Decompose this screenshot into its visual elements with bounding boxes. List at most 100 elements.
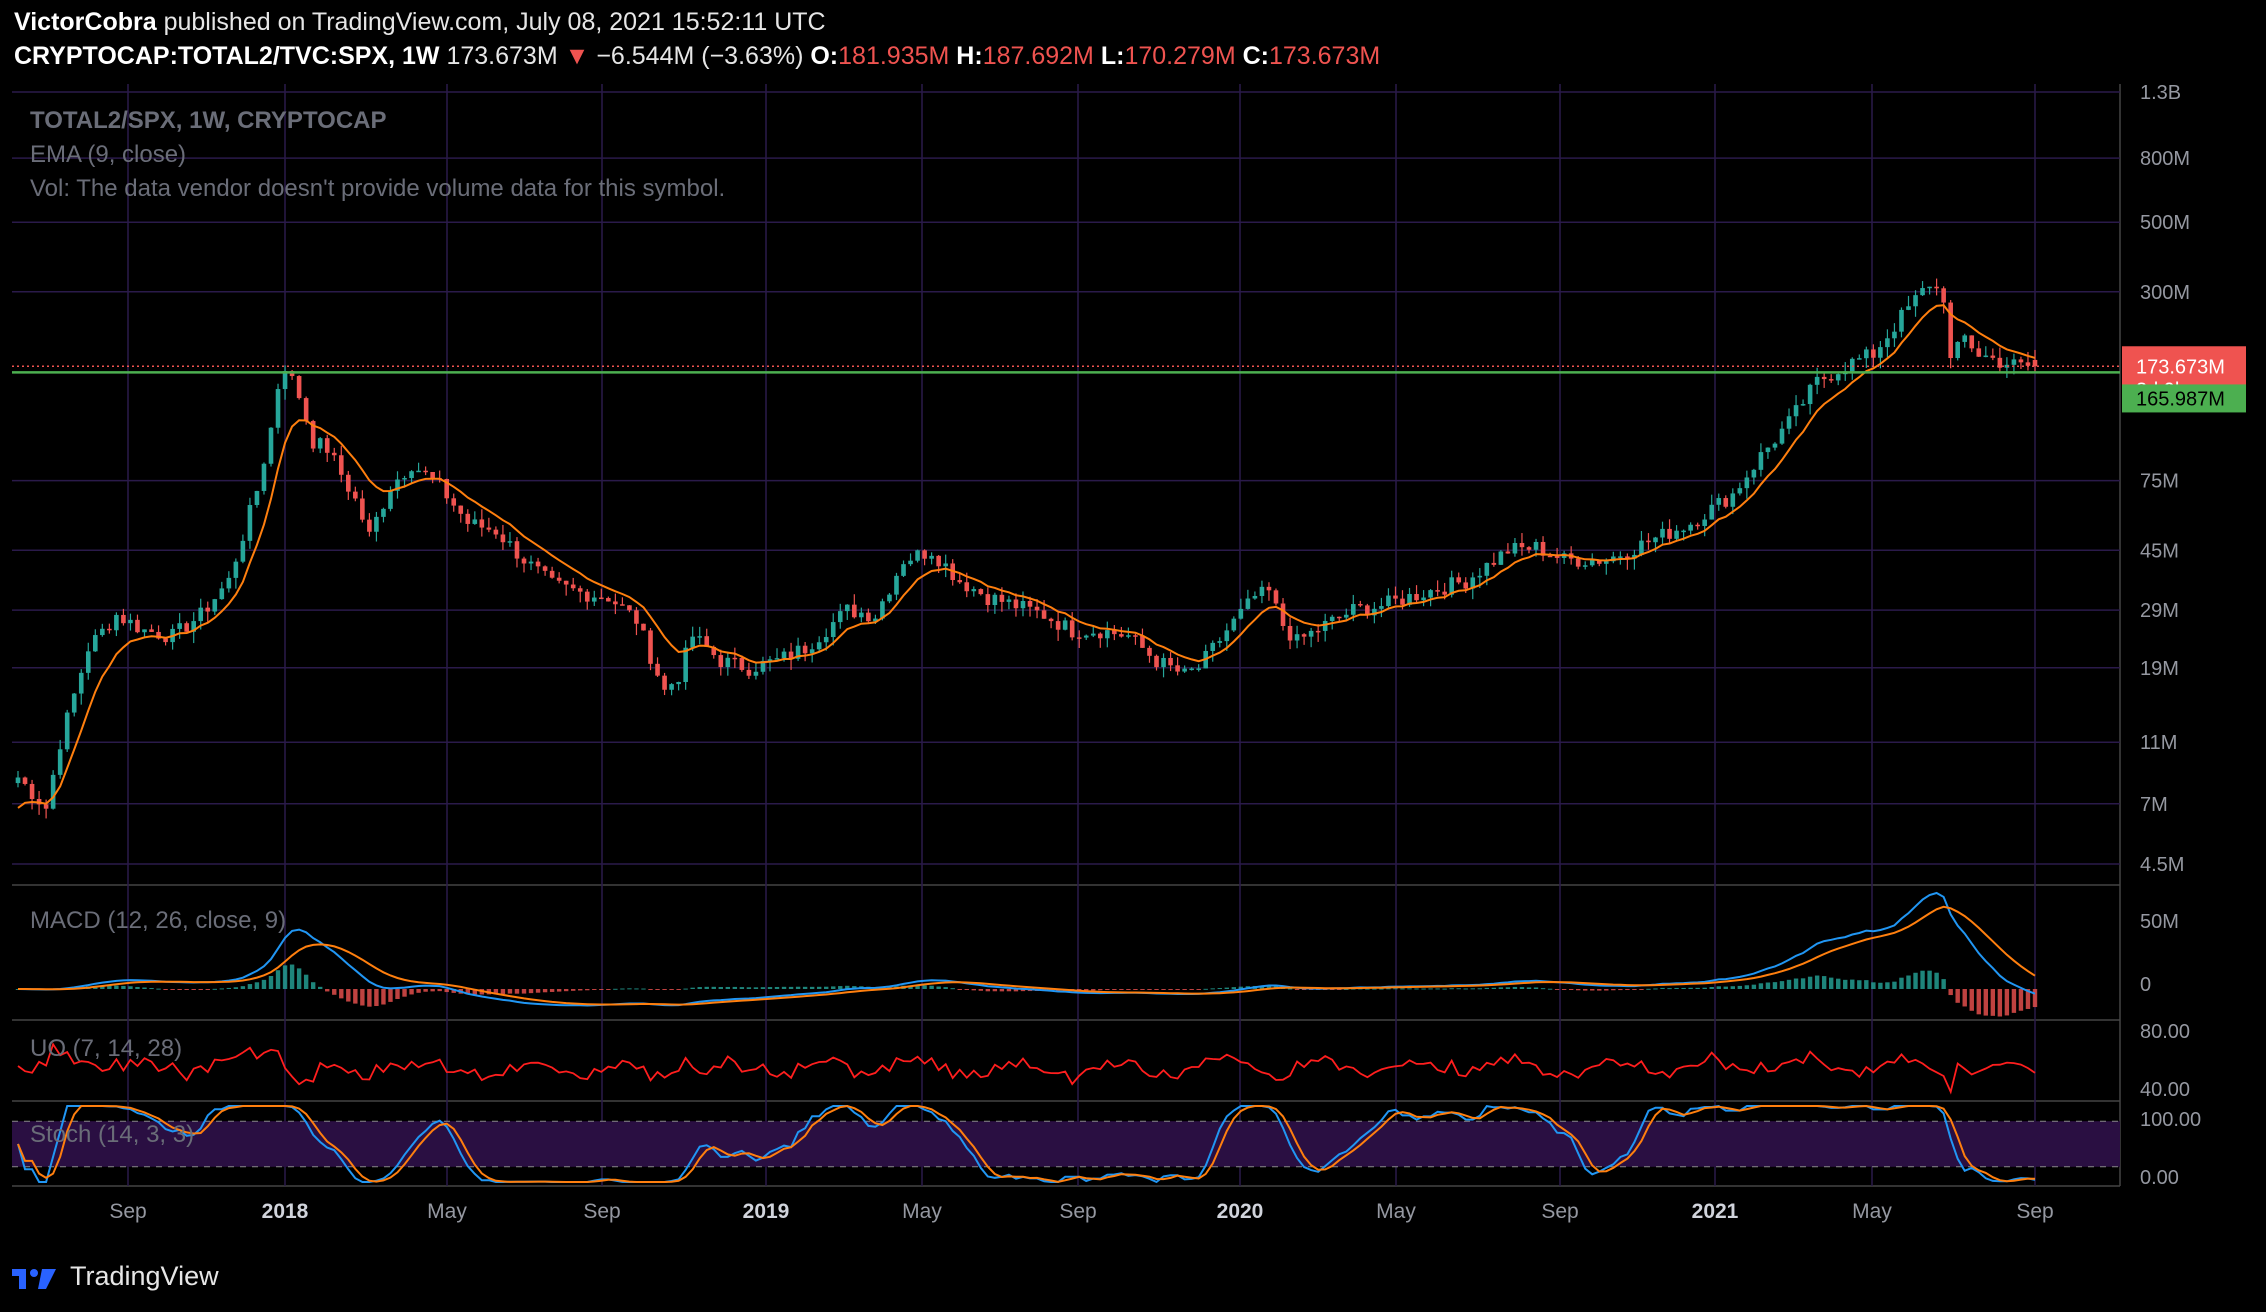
candle-body <box>901 564 906 576</box>
candle-body <box>781 651 787 659</box>
open-label: O: <box>810 42 839 70</box>
macd-histogram-bar <box>198 989 203 990</box>
macd-histogram-bar <box>514 989 520 994</box>
candle-body <box>1667 528 1672 539</box>
candle-body <box>852 604 857 618</box>
candle-body <box>1280 603 1286 626</box>
macd-histogram-bar <box>1807 976 1813 989</box>
macd-histogram-bar <box>1681 987 1686 989</box>
candle-body <box>1069 620 1075 638</box>
macd-histogram-bar <box>1955 989 1960 1003</box>
macd-histogram-bar <box>1498 987 1504 989</box>
macd-histogram-bar <box>360 989 365 1006</box>
macd-histogram-bar <box>388 989 393 1002</box>
candle-body <box>78 672 84 694</box>
candle-body <box>542 566 548 571</box>
candle-body <box>887 594 892 602</box>
candle-body <box>1828 379 1834 381</box>
macd-histogram-bar <box>795 986 801 989</box>
candle-body <box>1913 295 1918 307</box>
macd-histogram-bar <box>367 989 372 1007</box>
candle-body <box>1252 595 1258 599</box>
x-tick-label: May <box>1376 1200 1416 1223</box>
macd-histogram-bar <box>802 986 808 989</box>
macd-histogram-bar <box>999 989 1005 992</box>
macd-histogram-bar <box>1611 989 1616 991</box>
x-tick-label: Sep <box>1059 1200 1096 1223</box>
candle-body <box>866 612 871 622</box>
candle-body <box>662 675 667 690</box>
macd-legend: MACD (12, 26, close, 9) <box>30 907 286 934</box>
macd-histogram-bar <box>943 987 948 989</box>
macd-histogram-bar <box>437 989 442 992</box>
open-value: 181.935M <box>838 42 950 70</box>
candle-body <box>1294 634 1300 641</box>
candle-body <box>43 804 49 809</box>
candle-body <box>1800 404 1806 406</box>
candle-body <box>669 684 674 690</box>
brand-name: TradingView <box>70 1260 219 1291</box>
candle-body <box>971 589 977 592</box>
candle-body <box>1857 358 1862 360</box>
candle-body <box>1864 349 1869 359</box>
y-tick-label: 19M <box>2140 658 2179 680</box>
macd-histogram-bar <box>957 989 962 990</box>
candle-body <box>1105 630 1110 639</box>
macd-histogram-bar <box>1632 989 1637 990</box>
macd-histogram-bar <box>1147 989 1152 990</box>
macd-histogram-bar <box>1871 982 1876 989</box>
macd-histogram-bar <box>275 970 281 989</box>
macd-histogram-bar <box>261 979 267 989</box>
chart-canvas[interactable]: 1.3B800M500M300M173.673M3d 9h165.987M75M… <box>0 84 2266 1256</box>
macd-histogram-bar <box>725 986 731 989</box>
macd-histogram-bar <box>1175 989 1180 990</box>
candle-body <box>1259 586 1265 596</box>
macd-histogram-bar <box>1751 984 1757 989</box>
candle-body <box>1463 582 1469 589</box>
candle-body <box>1533 541 1539 550</box>
macd-histogram-bar <box>1231 987 1237 989</box>
candle-body <box>85 651 91 673</box>
candle-body <box>1969 335 1975 349</box>
symbol-label: CRYPTOCAP:TOTAL2/TVC:SPX, 1W <box>14 42 440 70</box>
macd-histogram-bar <box>1477 988 1482 990</box>
macd-histogram-bar <box>655 989 660 990</box>
macd-histogram-bar <box>697 987 702 989</box>
macd-histogram-bar <box>627 988 632 990</box>
macd-histogram-bar <box>556 989 562 992</box>
candle-body <box>1126 635 1131 637</box>
candle-body <box>1709 504 1715 520</box>
last-price: 173.673M <box>446 42 558 70</box>
vol-legend: Vol: The data vendor doesn't provide vol… <box>30 175 725 202</box>
candle-body <box>648 630 653 664</box>
candle-body <box>535 561 541 567</box>
macd-histogram-bar <box>1674 987 1679 989</box>
author-name[interactable]: VictorCobra <box>14 8 157 36</box>
candle-body <box>268 427 274 464</box>
macd-histogram-bar <box>732 986 738 989</box>
candles-layer <box>15 278 2038 819</box>
candle-body <box>177 623 182 629</box>
candle-body <box>613 601 618 605</box>
macd-histogram-bar <box>1850 979 1855 989</box>
macd-histogram-bar <box>1857 980 1862 989</box>
candle-body <box>964 582 970 592</box>
macd-histogram-bar <box>971 989 976 991</box>
candle-body <box>205 607 211 612</box>
macd-histogram-bar <box>1597 989 1602 991</box>
macd-histogram-bar <box>142 987 147 989</box>
candle-body <box>142 629 147 633</box>
macd-histogram-bar <box>739 987 745 989</box>
macd-histogram-bar <box>1456 988 1461 990</box>
candle-body <box>57 749 63 775</box>
candle-body <box>1955 341 1960 359</box>
tradingview-logo[interactable]: TradingView <box>12 1256 219 1296</box>
macd-histogram-bar <box>1660 987 1665 989</box>
candle-body <box>1013 599 1019 609</box>
candle-body <box>1681 530 1686 533</box>
candle-body <box>149 629 154 632</box>
uo-tick-label: 40.00 <box>2140 1079 2190 1101</box>
candle-body <box>184 623 189 632</box>
candle-body <box>100 628 105 636</box>
candle-body <box>1393 595 1398 599</box>
